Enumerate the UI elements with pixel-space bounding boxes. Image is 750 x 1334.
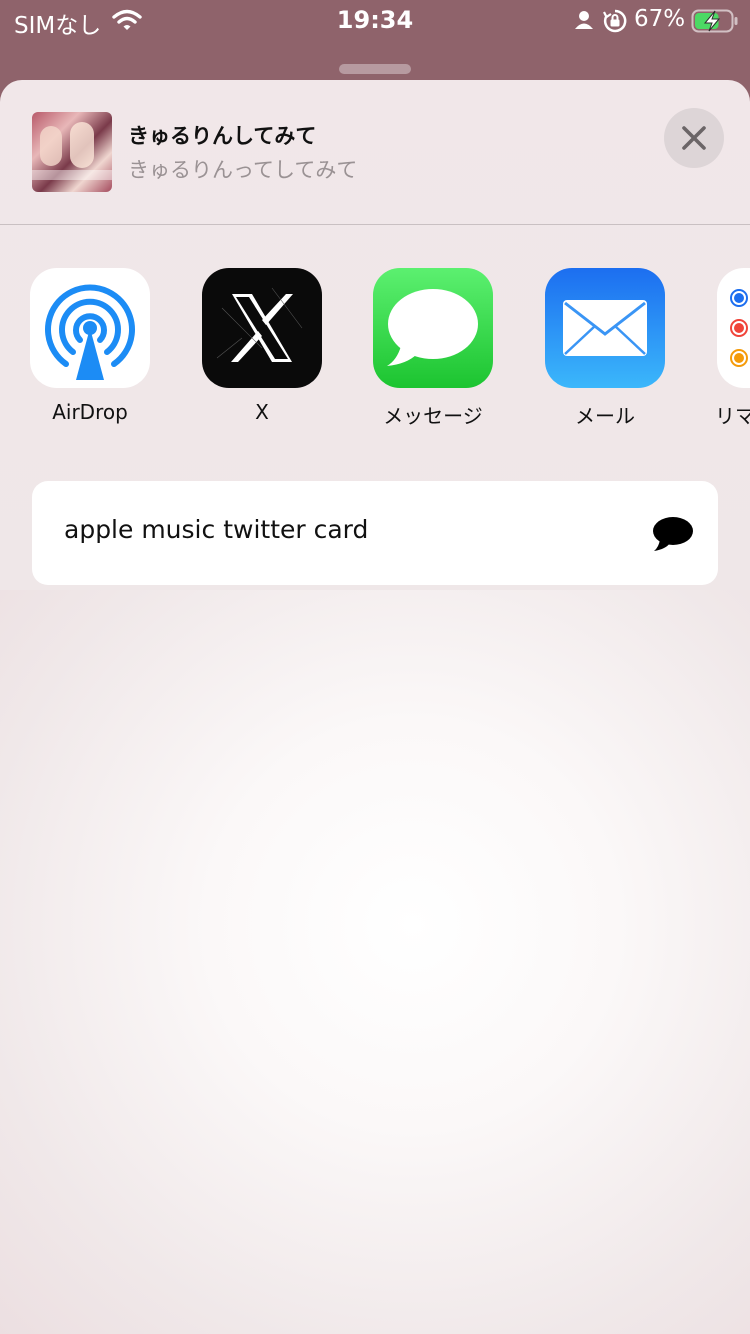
share-app-label: X bbox=[255, 400, 269, 424]
mail-icon bbox=[545, 268, 665, 388]
share-app-row: AirDrop X メッセージ メール リマ bbox=[0, 268, 750, 428]
share-sheet: きゅるりんしてみて きゅるりんってしてみて AirDrop X メッセージ メー… bbox=[0, 80, 750, 1334]
share-app-airdrop[interactable]: AirDrop bbox=[20, 268, 160, 424]
action-label: apple music twitter card bbox=[64, 515, 369, 544]
share-app-x[interactable]: X bbox=[192, 268, 332, 424]
sheet-grabber[interactable] bbox=[339, 64, 411, 74]
battery-charging-icon bbox=[691, 9, 739, 37]
airdrop-icon bbox=[30, 268, 150, 388]
person-icon bbox=[574, 10, 594, 34]
sheet-background bbox=[0, 590, 750, 1334]
share-header: きゅるりんしてみて きゅるりんってしてみて bbox=[0, 80, 750, 225]
speech-bubble-icon bbox=[652, 515, 694, 557]
share-app-label: メール bbox=[575, 404, 635, 428]
shortcut-action-row[interactable]: apple music twitter card bbox=[32, 481, 718, 585]
album-artwork bbox=[32, 112, 112, 192]
share-app-messages[interactable]: メッセージ bbox=[363, 268, 503, 429]
x-logo-icon bbox=[202, 268, 322, 388]
share-app-label: リマ bbox=[715, 404, 750, 428]
status-bar: SIMなし 19:34 67% bbox=[0, 0, 750, 42]
reminders-icon bbox=[717, 268, 750, 388]
messages-icon bbox=[373, 268, 493, 388]
share-app-mail[interactable]: メール bbox=[535, 268, 675, 429]
close-icon bbox=[682, 126, 706, 150]
share-app-reminders[interactable]: リマ bbox=[707, 268, 750, 429]
battery-percent: 67% bbox=[634, 6, 686, 32]
share-app-label: AirDrop bbox=[52, 400, 128, 424]
share-app-label: メッセージ bbox=[383, 404, 483, 428]
close-button[interactable] bbox=[664, 108, 724, 168]
share-title: きゅるりんしてみて bbox=[128, 124, 317, 148]
rotation-lock-icon bbox=[603, 9, 627, 37]
share-subtitle: きゅるりんってしてみて bbox=[128, 158, 358, 182]
